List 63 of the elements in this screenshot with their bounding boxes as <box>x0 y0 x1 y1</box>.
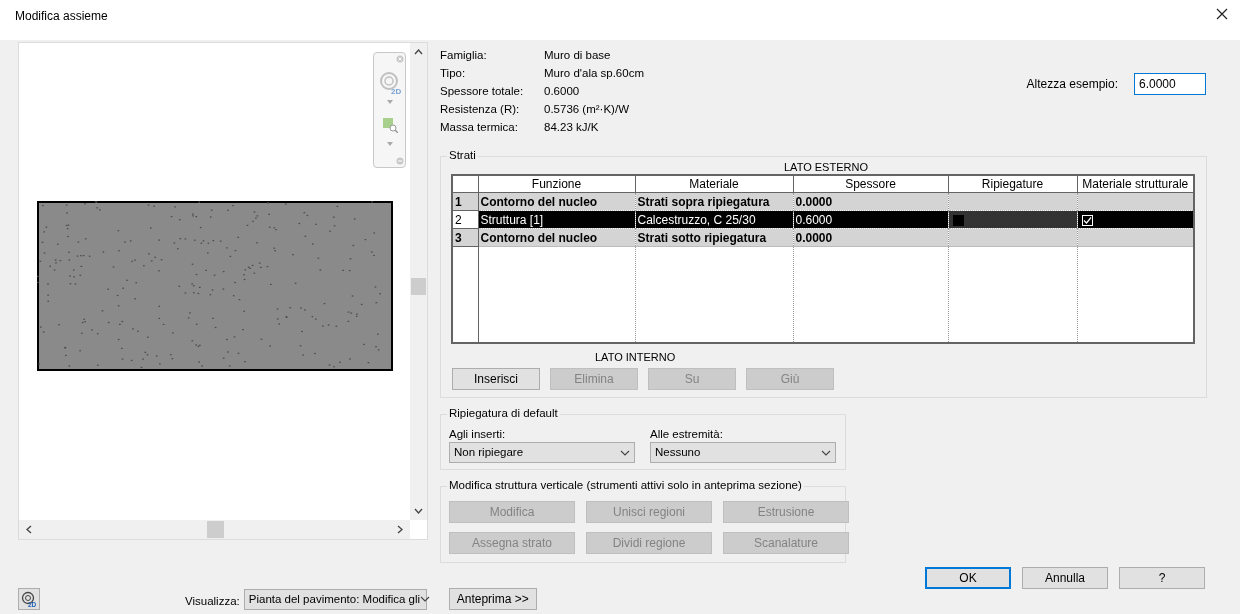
horizontal-scrollbar[interactable] <box>19 520 410 539</box>
chevron-down-icon <box>420 596 431 602</box>
dropdown[interactable]: Non ripiegare <box>449 442 635 464</box>
scrollbar-thumb[interactable] <box>411 278 426 295</box>
button[interactable]: ? <box>1119 567 1205 589</box>
button[interactable]: Inserisci <box>452 367 540 390</box>
table-cell: Calcestruzzo, C 25/30 <box>635 210 793 229</box>
caret-icon[interactable] <box>387 142 393 146</box>
vertical-scrollbar[interactable] <box>410 43 427 520</box>
table-cell: Contorno del nucleo <box>478 228 635 247</box>
dropdown[interactable]: Nessuno <box>650 442 836 464</box>
table-cell: Struttura [1] <box>478 210 635 229</box>
side-label: LATO INTERNO <box>595 349 676 364</box>
table-row[interactable]: 2 Struttura [1] Calcestruzzo, C 25/30 0.6000 <box>452 210 1194 229</box>
row-number: 2 <box>452 210 478 229</box>
column-header: Ripiegature <box>948 174 1077 193</box>
preview-button[interactable]: Anteprima >> <box>448 588 537 610</box>
chevron-down-icon <box>620 449 630 456</box>
button[interactable]: OK <box>925 567 1011 589</box>
field-label: Altezza esempio: <box>1026 77 1118 91</box>
wheel-label: 2D <box>391 87 402 95</box>
property-value: Muro di base <box>544 48 612 63</box>
window-title: Modifica assieme <box>15 9 108 23</box>
property-label: Famiglia: <box>440 48 488 63</box>
property-value: 0.6000 <box>544 84 581 99</box>
view-dropdown[interactable]: Pianta del pavimento: Modifica gli <box>243 588 427 610</box>
property-value: Muro d'ala sp.60cm <box>544 66 644 81</box>
table-row[interactable]: 1 Contorno del nucleo Strati sopra ripiegatura 0.0000 <box>452 192 1194 211</box>
chevron-right-icon[interactable] <box>397 525 403 534</box>
table-cell: Strati sotto ripiegatura <box>635 228 793 247</box>
property-label: Tipo: <box>440 66 467 81</box>
property-label: Spessore totale: <box>440 84 525 99</box>
table-cell: 0.6000 <box>793 210 948 229</box>
field-label: Alle estremità: <box>650 427 724 443</box>
table-cell: 0.0000 <box>793 228 948 247</box>
field-label: Visualizza: <box>185 595 240 607</box>
column-header: Spessore <box>793 174 948 193</box>
group-title: Strati <box>447 148 478 161</box>
close-icon[interactable] <box>1216 8 1228 20</box>
side-label: LATO ESTERNO <box>784 159 868 174</box>
field-label: Agli inserti: <box>449 427 507 443</box>
zoom-icon[interactable] <box>382 117 398 133</box>
group-title: Modifica struttura verticale (strumenti attivi solo in anteprima sezione) <box>447 479 804 492</box>
column-header: Materiale <box>635 174 793 193</box>
chevron-left-icon[interactable] <box>26 525 32 534</box>
chevron-down-icon <box>821 449 831 456</box>
sample-height-field[interactable]: 6.0000 <box>1134 73 1206 95</box>
checkbox[interactable] <box>952 214 964 226</box>
group-title: Ripiegatura di default <box>447 407 560 420</box>
property-value: 0.5736 (m²·K)/W <box>544 102 630 117</box>
chevron-down-icon[interactable] <box>414 508 423 514</box>
chevron-up-icon[interactable] <box>414 49 423 55</box>
property-label: Massa termica: <box>440 120 519 135</box>
property-value: 84.23 kJ/K <box>544 120 600 135</box>
column-header: Funzione <box>478 174 635 193</box>
minimize-icon[interactable] <box>396 157 404 165</box>
table-row[interactable]: 3 Contorno del nucleo Strati sotto ripiegatura 0.0000 <box>452 228 1194 247</box>
scrollbar-thumb[interactable] <box>207 521 224 538</box>
row-number: 3 <box>452 228 478 247</box>
caret-icon[interactable] <box>387 100 393 104</box>
button[interactable]: Annulla <box>1022 567 1108 589</box>
property-label: Resistenza (R): <box>440 102 521 117</box>
row-number: 1 <box>452 192 478 211</box>
